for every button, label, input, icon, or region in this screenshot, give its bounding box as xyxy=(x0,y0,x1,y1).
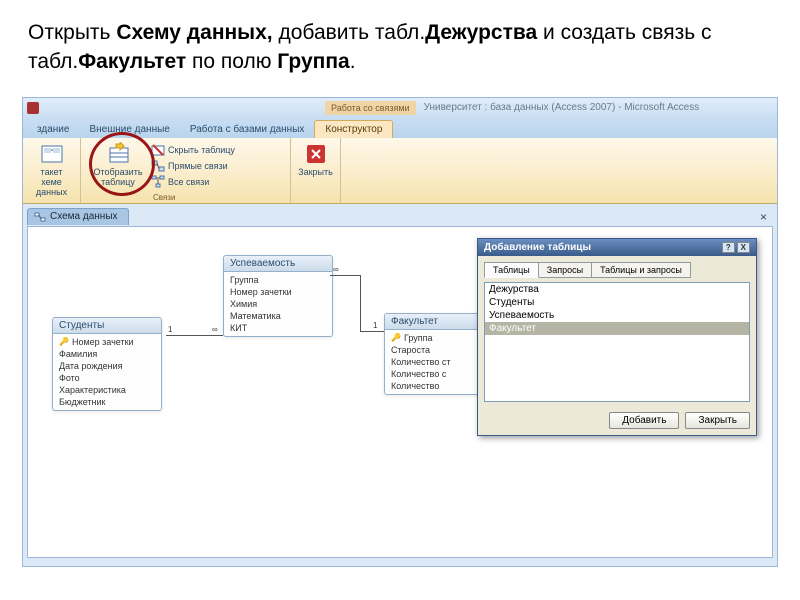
dialog-tabs: Таблицы Запросы Таблицы и запросы xyxy=(484,262,750,278)
context-tab: Работа со связями xyxy=(325,101,416,115)
direct-rel-icon xyxy=(151,159,165,173)
dtab-queries[interactable]: Запросы xyxy=(538,262,592,278)
dtab-tables[interactable]: Таблицы xyxy=(484,262,539,278)
dialog-title: Добавление таблицы xyxy=(484,242,591,253)
key-icon: 🔑 xyxy=(59,337,69,346)
list-item-selected[interactable]: Факультет xyxy=(485,322,749,335)
dialog-titlebar[interactable]: Добавление таблицы ?X xyxy=(478,239,756,256)
relation-line xyxy=(330,275,360,276)
list-item[interactable]: Дежурства xyxy=(485,283,749,296)
add-table-dialog: Добавление таблицы ?X Таблицы Запросы Та… xyxy=(477,238,757,436)
show-table-button[interactable]: Отобразить таблицу xyxy=(87,140,149,190)
relation-line xyxy=(360,275,361,331)
cardinality-many: ∞ xyxy=(212,325,218,334)
ribbon-tabs: здание Внешние данные Работа с базами да… xyxy=(23,118,777,138)
close-button[interactable]: Закрыть xyxy=(685,412,750,429)
access-icon xyxy=(27,102,39,114)
cardinality-one: 1 xyxy=(168,325,172,334)
table-uspevaemost[interactable]: Успеваемость Группа Номер зачетки Химия … xyxy=(223,255,333,337)
hide-table-icon xyxy=(151,143,165,157)
list-item[interactable]: Успеваемость xyxy=(485,309,749,322)
direct-rel-button[interactable]: Прямые связи xyxy=(149,158,237,174)
table-listbox[interactable]: Дежурства Студенты Успеваемость Факульте… xyxy=(484,282,750,402)
close-x-icon xyxy=(304,142,328,166)
relation-line xyxy=(360,331,384,332)
tab-external[interactable]: Внешние данные xyxy=(79,121,179,138)
tab-constructor[interactable]: Конструктор xyxy=(314,120,393,138)
titlebar: Работа со связями Университет : база дан… xyxy=(23,98,777,118)
tab-dbtools[interactable]: Работа с базами данных xyxy=(180,121,315,138)
document-tab[interactable]: Схема данных xyxy=(27,208,129,225)
layout-button[interactable]: такет хеме данных xyxy=(29,140,74,200)
add-button[interactable]: Добавить xyxy=(609,412,679,429)
list-item[interactable]: Студенты xyxy=(485,296,749,309)
instruction-text: Открыть Схему данных, добавить табл.Дежу… xyxy=(0,0,800,89)
all-rel-button[interactable]: Все связи xyxy=(149,174,237,190)
tab-create[interactable]: здание xyxy=(27,121,79,138)
table-header: Студенты xyxy=(53,318,161,334)
all-rel-icon xyxy=(151,175,165,189)
window-title: Университет : база данных (Access 2007) … xyxy=(424,102,700,113)
close-doc-icon[interactable]: × xyxy=(760,210,767,224)
ribbon: такет хеме данных Отобразить таблицу Скр… xyxy=(23,138,777,204)
group-label-rel: Связи xyxy=(153,192,175,202)
cardinality-one: 1 xyxy=(373,321,377,330)
dtab-both[interactable]: Таблицы и запросы xyxy=(591,262,691,278)
show-table-icon xyxy=(106,142,130,166)
close-icon[interactable]: X xyxy=(737,242,750,253)
hide-table-button[interactable]: Скрыть таблицу xyxy=(149,142,237,158)
schema-icon xyxy=(34,211,46,223)
access-window: Работа со связями Университет : база дан… xyxy=(22,97,778,567)
table-students[interactable]: Студенты 🔑Номер зачетки Фамилия Дата рож… xyxy=(52,317,162,411)
key-icon: 🔑 xyxy=(391,333,401,342)
cardinality-many: ∞ xyxy=(333,265,339,274)
relation-line xyxy=(166,335,223,336)
table-header: Успеваемость xyxy=(224,256,332,272)
close-button[interactable]: Закрыть xyxy=(294,140,337,180)
layout-icon xyxy=(40,142,64,166)
help-icon[interactable]: ? xyxy=(722,242,735,253)
